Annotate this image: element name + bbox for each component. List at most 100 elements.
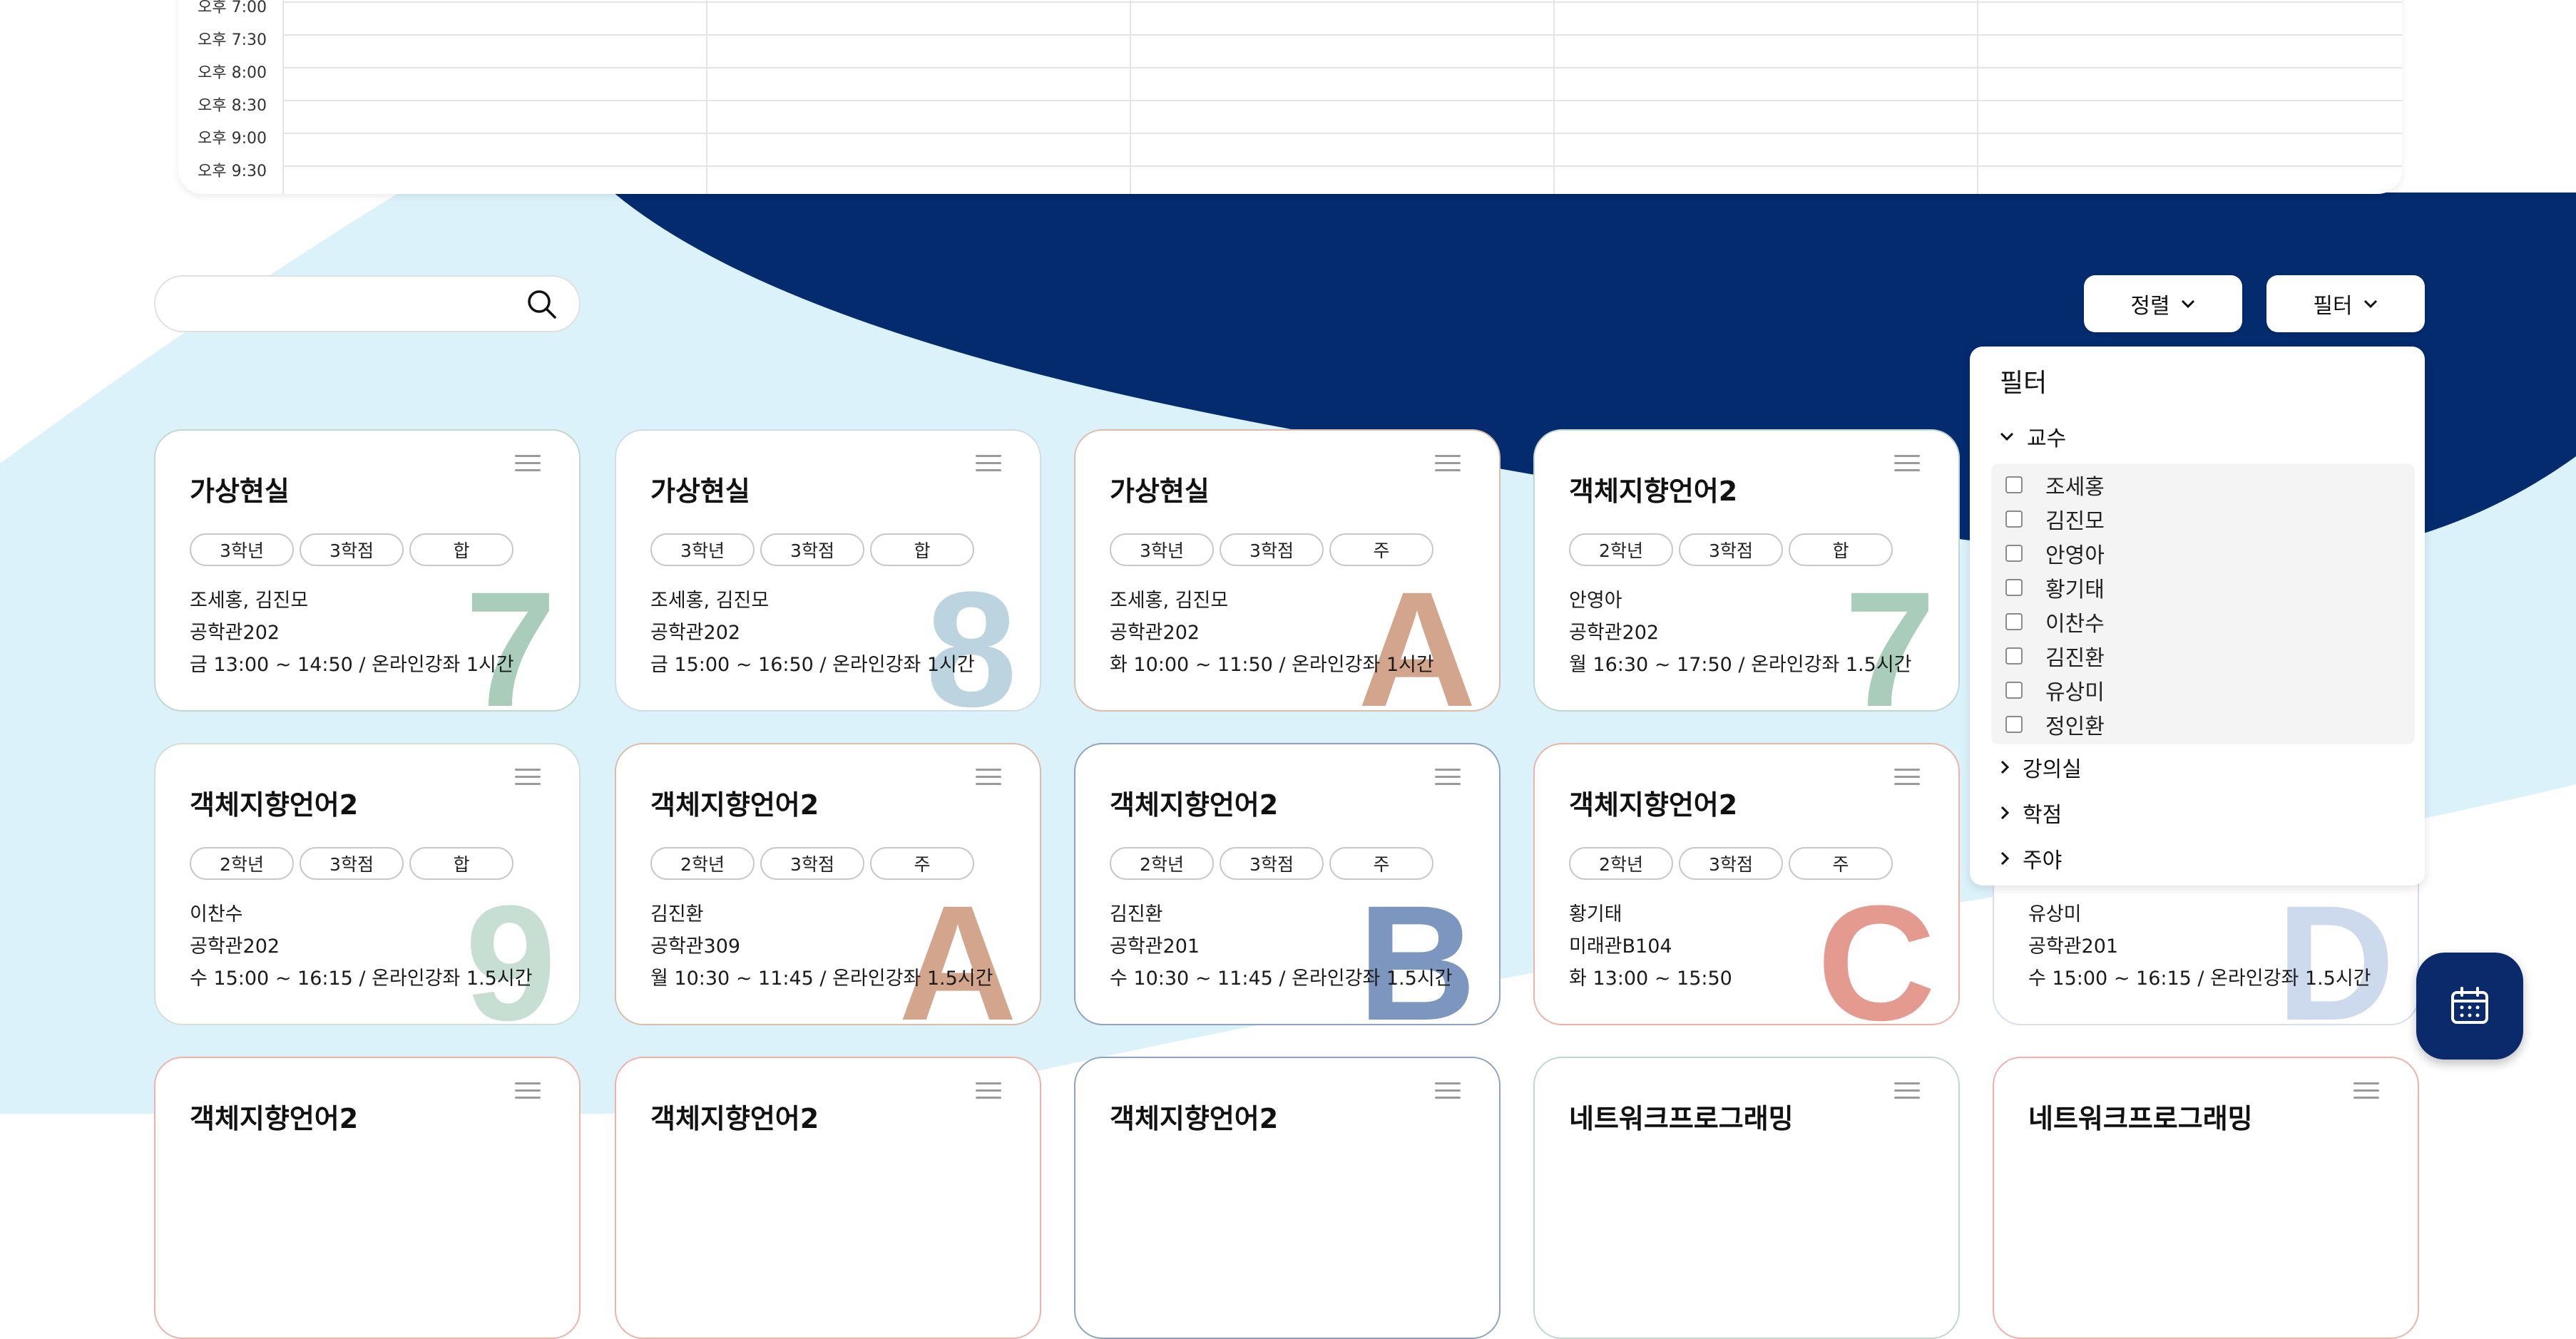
timetable-grid: 오후 7:00 오후 7:30 오후 8:00 오후 8:30 오후 9:00 … <box>178 0 2402 194</box>
room-text: 공학관202 <box>650 622 741 644</box>
filter-option[interactable]: 조세홍 <box>1991 468 2105 502</box>
course-card[interactable]: 객체지향언어2 <box>154 1057 581 1339</box>
course-title: 객체지향언어2 <box>190 1103 359 1134</box>
time-label: 오후 7:30 <box>198 31 267 49</box>
checkbox[interactable] <box>2005 545 2023 562</box>
menu-icon[interactable] <box>976 769 1001 786</box>
filter-section-professor[interactable]: 교수 <box>2000 421 2066 452</box>
time-label: 오후 8:00 <box>198 64 267 82</box>
time-text: 화 13:00 ~ 15:50 <box>1569 968 1732 990</box>
time-text: 월 10:30 ~ 11:45 / 온라인강좌 1.5시간 <box>650 968 993 990</box>
filter-section-credit[interactable]: 학점 <box>2000 797 2062 828</box>
filter-panel: 필터 교수 조세홍 김진모 안영아 황기태 이찬수 김진환 유상미 정인환 강의… <box>1970 347 2425 886</box>
chevron-down-icon <box>2181 299 2194 309</box>
menu-icon[interactable] <box>1894 769 1920 786</box>
credit-chip: 3학점 <box>300 847 404 880</box>
type-chip: 합 <box>409 847 513 880</box>
type-chip: 합 <box>1789 533 1893 566</box>
type-chip: 합 <box>409 533 513 566</box>
chevron-down-icon <box>2363 299 2377 309</box>
menu-icon[interactable] <box>515 455 541 472</box>
filter-option[interactable]: 이찬수 <box>1991 605 2105 639</box>
professor-text: 이찬수 <box>190 903 243 925</box>
credit-chip: 3학점 <box>760 533 864 566</box>
menu-icon[interactable] <box>976 455 1001 472</box>
room-text: 공학관202 <box>190 935 280 958</box>
course-title: 가상현실 <box>650 476 750 507</box>
option-label: 김진환 <box>2045 646 2105 671</box>
course-card[interactable]: 객체지향언어2 <box>615 1057 1041 1339</box>
menu-icon[interactable] <box>1894 1082 1920 1099</box>
time-label: 오후 8:30 <box>198 97 267 115</box>
professor-text: 황기태 <box>1569 903 1622 925</box>
course-card[interactable]: C 객체지향언어2 2학년 3학점 주 황기태 미래관B104 화 13:00 … <box>1533 743 1960 1025</box>
grade-chip: 2학년 <box>650 847 755 880</box>
option-label: 김진모 <box>2045 509 2105 534</box>
checkbox[interactable] <box>2005 613 2023 630</box>
menu-icon[interactable] <box>515 1082 541 1099</box>
course-title: 객체지향언어2 <box>650 1103 819 1134</box>
filter-option[interactable]: 황기태 <box>1991 570 2105 605</box>
filter-section-label: 강의실 <box>2023 757 2082 782</box>
credit-chip: 3학점 <box>300 533 404 566</box>
menu-icon[interactable] <box>2353 1082 2379 1099</box>
grade-chip: 3학년 <box>650 533 755 566</box>
menu-icon[interactable] <box>1435 1082 1461 1099</box>
sort-button[interactable]: 정렬 <box>2084 275 2242 332</box>
grade-chip: 2학년 <box>1569 847 1673 880</box>
menu-icon[interactable] <box>1435 455 1461 472</box>
checkbox[interactable] <box>2005 476 2023 493</box>
room-text: 공학관202 <box>1569 622 1660 644</box>
filter-option[interactable]: 유상미 <box>1991 673 2105 707</box>
checkbox[interactable] <box>2005 716 2023 733</box>
room-text: 공학관202 <box>190 622 280 644</box>
course-title: 가상현실 <box>190 476 290 507</box>
professor-text: 김진환 <box>1110 903 1163 925</box>
course-card[interactable]: 9 객체지향언어2 2학년 3학점 합 이찬수 공학관202 수 15:00 ~… <box>154 743 581 1025</box>
time-text: 월 16:30 ~ 17:50 / 온라인강좌 1.5시간 <box>1569 654 1912 676</box>
calendar-button[interactable] <box>2416 953 2523 1060</box>
filter-option[interactable]: 정인환 <box>1991 707 2105 742</box>
filter-option[interactable]: 김진환 <box>1991 639 2105 673</box>
menu-icon[interactable] <box>976 1082 1001 1099</box>
filter-option[interactable]: 안영아 <box>1991 536 2105 570</box>
course-card[interactable]: 7 객체지향언어2 2학년 3학점 합 안영아 공학관202 월 16:30 ~… <box>1533 429 1960 712</box>
menu-icon[interactable] <box>1435 769 1461 786</box>
course-card[interactable]: 7 가상현실 3학년 3학점 합 조세홍, 김진모 공학관202 금 13:00… <box>154 429 581 712</box>
filter-button[interactable]: 필터 <box>2266 275 2425 332</box>
filter-panel-title: 필터 <box>2000 369 2048 398</box>
filter-section-classroom[interactable]: 강의실 <box>2000 751 2082 783</box>
menu-icon[interactable] <box>1894 455 1920 472</box>
course-title: 객체지향언어2 <box>650 789 819 821</box>
credit-chip: 3학점 <box>1679 847 1783 880</box>
checkbox[interactable] <box>2005 647 2023 665</box>
search-input[interactable] <box>177 287 515 322</box>
course-card[interactable]: 객체지향언어2 <box>1074 1057 1501 1339</box>
type-chip: 주 <box>870 847 974 880</box>
search-icon[interactable] <box>526 289 558 320</box>
chevron-right-icon <box>2000 760 2010 774</box>
course-card[interactable]: A 가상현실 3학년 3학점 주 조세홍, 김진모 공학관202 화 10:00… <box>1074 429 1501 712</box>
chevron-right-icon <box>2000 806 2010 820</box>
type-chip: 주 <box>1329 533 1433 566</box>
grade-chip: 2학년 <box>1569 533 1673 566</box>
option-label: 황기태 <box>2045 578 2105 602</box>
course-card[interactable]: 네트워크프로그래밍 <box>1993 1057 2419 1339</box>
course-title: 객체지향언어2 <box>1569 476 1738 507</box>
course-card[interactable]: A 객체지향언어2 2학년 3학점 주 김진환 공학관309 월 10:30 ~… <box>615 743 1041 1025</box>
filter-section-day-night[interactable]: 주야 <box>2000 843 2062 874</box>
grade-chip: 3학년 <box>190 533 294 566</box>
filter-option[interactable]: 김진모 <box>1991 502 2105 536</box>
checkbox[interactable] <box>2005 682 2023 699</box>
course-card[interactable]: 8 가상현실 3학년 3학점 합 조세홍, 김진모 공학관202 금 15:00… <box>615 429 1041 712</box>
checkbox[interactable] <box>2005 579 2023 596</box>
course-card[interactable]: 네트워크프로그래밍 <box>1533 1057 1960 1339</box>
type-chip: 주 <box>1329 847 1433 880</box>
option-label: 이찬수 <box>2045 612 2105 637</box>
time-label: 오후 9:00 <box>198 130 267 148</box>
checkbox[interactable] <box>2005 511 2023 528</box>
menu-icon[interactable] <box>515 769 541 786</box>
time-text: 화 10:00 ~ 11:50 / 온라인강좌 1시간 <box>1110 654 1434 676</box>
course-card[interactable]: B 객체지향언어2 2학년 3학점 주 김진환 공학관201 수 10:30 ~… <box>1074 743 1501 1025</box>
room-text: 공학관201 <box>2028 935 2119 958</box>
